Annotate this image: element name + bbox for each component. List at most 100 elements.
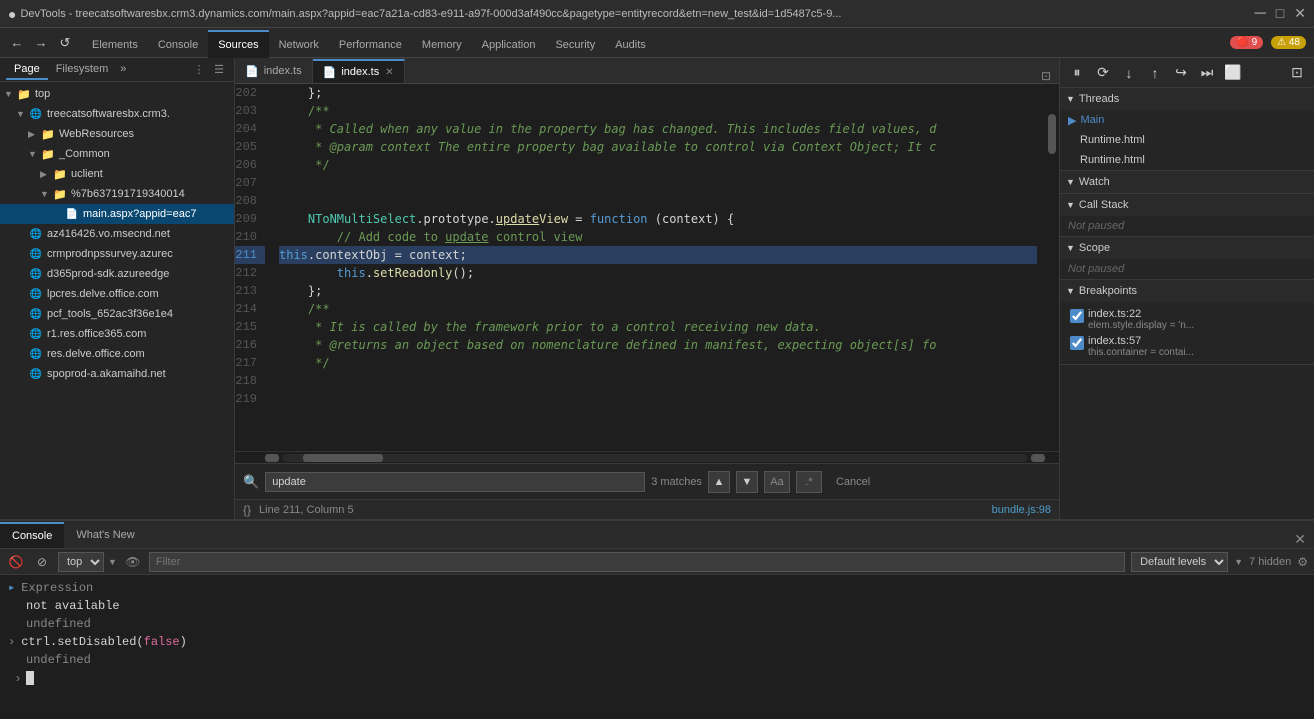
sidebar-menu-icon[interactable]: ☰ bbox=[210, 61, 228, 79]
threads-header[interactable]: ▼ Threads bbox=[1060, 88, 1314, 110]
tree-item-mainaspx[interactable]: 📄 main.aspx?appid=eac7 bbox=[0, 204, 234, 224]
toggle-drawer-btn[interactable]: ⊡ bbox=[1286, 62, 1308, 84]
tab-audits[interactable]: Audits bbox=[605, 30, 656, 58]
tree-item-pcftools[interactable]: 🌐 pcf_tools_652ac3f36e1e4 bbox=[0, 304, 234, 324]
ts-file-icon: 📄 bbox=[323, 66, 337, 79]
breakpoint-file-2[interactable]: index.ts:57 bbox=[1088, 335, 1194, 347]
editor-tab-index-ts-1[interactable]: 📄 index.ts bbox=[235, 59, 313, 83]
breakpoint-checkbox-2[interactable] bbox=[1070, 336, 1084, 350]
pause-resume-btn[interactable]: ⏸ bbox=[1066, 62, 1088, 84]
bottom-tab-console[interactable]: Console bbox=[0, 522, 64, 548]
step-btn[interactable]: ↪ bbox=[1170, 62, 1192, 84]
tree-item-treecatsoft[interactable]: ▼ 🌐 treecatsoftwaresbx.crm3. bbox=[0, 104, 234, 124]
match-case-btn[interactable]: Aa bbox=[764, 471, 790, 493]
close-tab-icon[interactable]: ✕ bbox=[385, 67, 393, 78]
step-into-btn[interactable]: ↓ bbox=[1118, 62, 1140, 84]
tab-security[interactable]: Security bbox=[545, 30, 605, 58]
tab-network[interactable]: Network bbox=[269, 30, 329, 58]
breakpoint-checkbox-1[interactable] bbox=[1070, 309, 1084, 323]
tab-application[interactable]: Application bbox=[472, 30, 546, 58]
breakpoint-item-2: index.ts:57 this.container = contai... bbox=[1066, 333, 1308, 360]
tab-elements[interactable]: Elements bbox=[82, 30, 148, 58]
tree-item-uclient[interactable]: ▶ 📁 uclient bbox=[0, 164, 234, 184]
step-out-btn[interactable]: ↑ bbox=[1144, 62, 1166, 84]
forward-btn[interactable]: → bbox=[30, 32, 52, 54]
search-bar: 🔍 3 matches ▲ ▼ Aa .* Cancel bbox=[235, 463, 1059, 499]
scope-header[interactable]: ▼ Scope bbox=[1060, 237, 1314, 259]
sidebar-tab-overflow[interactable]: » bbox=[116, 60, 130, 80]
tree-item-resdelve[interactable]: 🌐 res.delve.office.com bbox=[0, 344, 234, 364]
search-next-btn[interactable]: ▼ bbox=[736, 471, 758, 493]
code-view: 202 203 204 205 206 207 208 209 210 211 … bbox=[235, 84, 1059, 451]
editor-expand-btn[interactable]: ⊡ bbox=[1033, 69, 1059, 83]
tree-item-webresources[interactable]: ▶ 📁 WebResources bbox=[0, 124, 234, 144]
settings-icon[interactable]: ⚙ bbox=[1297, 555, 1308, 569]
expand-arrow-icon[interactable]: ▸ bbox=[8, 579, 15, 597]
search-prev-btn[interactable]: ▲ bbox=[708, 471, 730, 493]
bottom-tab-whatsnew[interactable]: What's New bbox=[64, 522, 146, 548]
code-content[interactable]: }; /** * Called when any value in the pr… bbox=[271, 84, 1045, 451]
tree-item-crmprod[interactable]: 🌐 crmprodnpssurvey.azurec bbox=[0, 244, 234, 264]
editor-tab-index-ts-2[interactable]: 📄 index.ts ✕ bbox=[313, 59, 405, 83]
callstack-title: Call Stack bbox=[1079, 199, 1129, 211]
tree-item-7b637[interactable]: ▼ 📁 %7b637191719340014 bbox=[0, 184, 234, 204]
refresh-btn[interactable]: ↺ bbox=[54, 32, 76, 54]
step-over-btn[interactable]: ⟳ bbox=[1092, 62, 1114, 84]
callstack-header[interactable]: ▼ Call Stack bbox=[1060, 194, 1314, 216]
watch-title: Watch bbox=[1079, 176, 1110, 188]
tree-item-az416426[interactable]: 🌐 az416426.vo.msecnd.net bbox=[0, 224, 234, 244]
breakpoint-file-1[interactable]: index.ts:22 bbox=[1088, 308, 1194, 320]
thread-main[interactable]: ▶ Main bbox=[1060, 110, 1314, 130]
dont-pause-exceptions-btn[interactable]: ⬜ bbox=[1222, 62, 1244, 84]
console-toolbar: 🚫 ⊘ top ▼ 👁 Default levels ▼ 7 hidden ⚙ bbox=[0, 549, 1314, 575]
console-cursor[interactable] bbox=[26, 671, 34, 685]
regex-btn[interactable]: .* bbox=[796, 471, 822, 493]
thread-runtime-2[interactable]: Runtime.html bbox=[1060, 150, 1314, 170]
tree-item-common[interactable]: ▼ 📁 _Common bbox=[0, 144, 234, 164]
maximize-btn[interactable]: □ bbox=[1276, 5, 1284, 23]
search-input[interactable] bbox=[265, 472, 645, 492]
tab-memory[interactable]: Memory bbox=[412, 30, 472, 58]
stop-on-errors-btn[interactable]: ⊘ bbox=[32, 552, 52, 572]
console-output: ▸ Expression not available undefined › c… bbox=[0, 575, 1314, 719]
tree-item-top[interactable]: ▼ 📁 top bbox=[0, 84, 234, 104]
bundle-link[interactable]: bundle.js:98 bbox=[992, 504, 1051, 516]
sidebar-tab-filesystem[interactable]: Filesystem bbox=[48, 60, 117, 80]
sidebar-more-icon[interactable]: ⋮ bbox=[190, 61, 208, 79]
breakpoints-header[interactable]: ▼ Breakpoints bbox=[1060, 280, 1314, 302]
minimize-btn[interactable]: ─ bbox=[1254, 5, 1265, 23]
debugger-panel: ⏸ ⟳ ↓ ↑ ↪ ⏭ ⬜ ⊡ ▼ Threads ▶ Main bbox=[1059, 58, 1314, 519]
chrome-logo-icon: ● bbox=[8, 6, 16, 22]
tab-performance[interactable]: Performance bbox=[329, 30, 412, 58]
breakpoint-code-2: this.container = contai... bbox=[1088, 347, 1194, 358]
thread-label: Main bbox=[1080, 114, 1104, 126]
horizontal-scrollbar[interactable] bbox=[235, 451, 1059, 463]
format-code-icon[interactable]: {} bbox=[243, 503, 251, 517]
level-select[interactable]: Default levels bbox=[1131, 552, 1228, 572]
thread-runtime-1[interactable]: Runtime.html bbox=[1060, 130, 1314, 150]
context-select[interactable]: top bbox=[58, 552, 104, 572]
breakpoints-title: Breakpoints bbox=[1079, 285, 1137, 297]
clear-console-btn[interactable]: 🚫 bbox=[6, 552, 26, 572]
close-btn[interactable]: ✕ bbox=[1294, 5, 1306, 23]
tree-item-d365prod[interactable]: 🌐 d365prod-sdk.azureedge bbox=[0, 264, 234, 284]
editor-tab-bar: 📄 index.ts 📄 index.ts ✕ ⊡ bbox=[235, 58, 1059, 84]
filter-input[interactable] bbox=[149, 552, 1125, 572]
tree-item-lpcres[interactable]: 🌐 lpcres.delve.office.com bbox=[0, 284, 234, 304]
search-cancel-btn[interactable]: Cancel bbox=[828, 474, 878, 490]
deactivate-breakpoints-btn[interactable]: ⏭ bbox=[1196, 62, 1218, 84]
file-tree: ▼ 📁 top ▼ 🌐 treecatsoftwaresbx.crm3. ▶ 📁… bbox=[0, 82, 234, 519]
tree-item-r1res[interactable]: 🌐 r1.res.office365.com bbox=[0, 324, 234, 344]
tree-item-spoprod[interactable]: 🌐 spoprod-a.akamaihd.net bbox=[0, 364, 234, 384]
collapse-icon: ▼ bbox=[1066, 177, 1075, 187]
vertical-scrollbar[interactable] bbox=[1045, 84, 1059, 451]
sidebar-tab-page[interactable]: Page bbox=[6, 60, 48, 80]
watch-header[interactable]: ▼ Watch bbox=[1060, 171, 1314, 193]
toggle-visibility-btn[interactable]: 👁 bbox=[123, 552, 143, 572]
tab-sources[interactable]: Sources bbox=[208, 30, 268, 58]
collapse-icon: ▼ bbox=[1066, 200, 1075, 210]
back-btn[interactable]: ← bbox=[6, 32, 28, 54]
close-bottom-panel-btn[interactable]: ✕ bbox=[1286, 531, 1314, 548]
select-dropdown-icon: ▼ bbox=[108, 557, 117, 567]
tab-console[interactable]: Console bbox=[148, 30, 208, 58]
